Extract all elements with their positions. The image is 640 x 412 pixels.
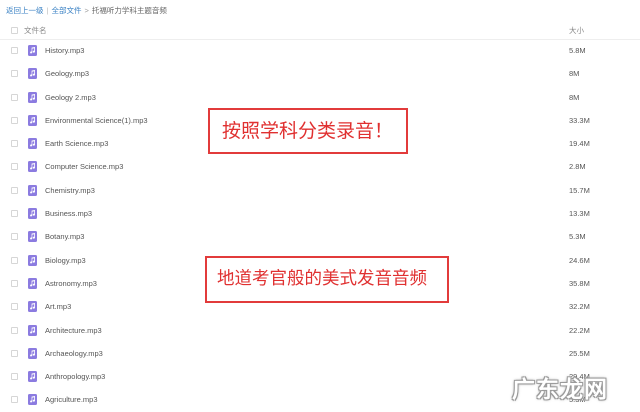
file-checkbox[interactable] xyxy=(11,210,18,218)
audio-file-icon xyxy=(28,114,37,126)
audio-file-icon xyxy=(28,371,37,383)
select-all-checkbox[interactable] xyxy=(11,27,18,34)
file-row[interactable]: Architecture.mp3 22.2M xyxy=(0,319,640,342)
audio-file-icon xyxy=(28,161,37,173)
file-name-link[interactable]: Architecture.mp3 xyxy=(45,319,102,342)
audio-file-icon xyxy=(28,231,37,243)
file-checkbox[interactable] xyxy=(11,279,18,287)
callout-american-pronunciation: 地道考官般的美式发音音频 xyxy=(205,256,449,303)
file-checkbox[interactable] xyxy=(11,256,18,264)
file-name-link[interactable]: Environmental Science(1).mp3 xyxy=(45,109,148,132)
file-size: 32.2M xyxy=(569,302,590,312)
audio-file-icon xyxy=(28,68,37,80)
file-name-link[interactable]: Archaeology.mp3 xyxy=(45,342,103,365)
file-checkbox[interactable] xyxy=(11,163,18,171)
file-name-link[interactable]: Earth Science.mp3 xyxy=(45,132,108,155)
file-list-header: 文件名 大小 xyxy=(0,22,640,40)
file-row[interactable]: Chemistry.mp3 15.7M xyxy=(0,179,640,202)
file-size: 19.4M xyxy=(569,139,590,149)
file-name-link[interactable]: Computer Science.mp3 xyxy=(45,155,123,178)
audio-file-icon xyxy=(28,324,37,336)
file-row[interactable]: Botany.mp3 5.3M xyxy=(0,225,640,248)
audio-file-icon xyxy=(28,45,37,56)
file-name-link[interactable]: Astronomy.mp3 xyxy=(45,272,97,295)
file-size: 33.3M xyxy=(569,115,590,125)
audio-file-icon xyxy=(28,254,37,266)
file-name-link[interactable]: Geology 2.mp3 xyxy=(45,86,96,109)
file-name-link[interactable]: Biology.mp3 xyxy=(45,249,86,272)
file-checkbox[interactable] xyxy=(11,116,18,124)
file-name-link[interactable]: Geology.mp3 xyxy=(45,62,89,85)
file-name-link[interactable]: Botany.mp3 xyxy=(45,225,84,248)
file-checkbox[interactable] xyxy=(11,373,18,381)
audio-file-icon xyxy=(28,184,37,196)
file-size: 35.8M xyxy=(569,278,590,288)
breadcrumb: 返回上一级 | 全部文件 > 托福听力学科主题音频 xyxy=(6,3,167,19)
file-size: 8M xyxy=(569,92,580,102)
file-row[interactable]: Computer Science.mp3 2.8M xyxy=(0,155,640,178)
file-row[interactable]: History.mp3 5.8M xyxy=(0,39,640,62)
file-checkbox[interactable] xyxy=(11,93,18,101)
file-name-link[interactable]: Chemistry.mp3 xyxy=(45,179,95,202)
file-name-link[interactable]: Anthropology.mp3 xyxy=(45,365,105,388)
file-row[interactable]: Geology 2.mp3 8M xyxy=(0,86,640,109)
file-checkbox[interactable] xyxy=(11,326,18,334)
file-checkbox[interactable] xyxy=(11,186,18,194)
audio-file-icon xyxy=(28,138,37,150)
file-checkbox[interactable] xyxy=(11,140,18,148)
file-size: 25.5M xyxy=(569,348,590,358)
name-column-header[interactable]: 文件名 xyxy=(24,22,47,39)
file-checkbox[interactable] xyxy=(11,303,18,311)
file-row[interactable]: Archaeology.mp3 25.5M xyxy=(0,342,640,365)
audio-file-icon xyxy=(28,347,37,359)
file-list: History.mp3 5.8M Geology.mp3 8M Geology 2.mp… xyxy=(0,39,640,412)
current-folder: 托福听力学科主题音频 xyxy=(91,6,167,15)
breadcrumb-arrow: > xyxy=(84,6,89,15)
file-size: 8M xyxy=(569,69,580,79)
file-checkbox[interactable] xyxy=(11,233,18,241)
audio-file-icon xyxy=(28,91,37,103)
audio-file-icon xyxy=(28,301,37,313)
file-name-link[interactable]: Agriculture.mp3 xyxy=(45,388,98,411)
size-column-header[interactable]: 大小 xyxy=(569,22,584,39)
watermark-logo: 广东龙网 xyxy=(512,377,608,403)
file-size: 24.6M xyxy=(569,255,590,265)
file-size: 5.3M xyxy=(569,232,586,242)
file-row[interactable]: Business.mp3 13.3M xyxy=(0,202,640,225)
file-checkbox[interactable] xyxy=(11,396,18,404)
file-name-link[interactable]: Business.mp3 xyxy=(45,202,92,225)
file-name-link[interactable]: History.mp3 xyxy=(45,39,84,62)
audio-file-icon xyxy=(28,208,37,220)
file-checkbox[interactable] xyxy=(11,47,18,54)
file-name-link[interactable]: Art.mp3 xyxy=(45,295,71,318)
file-size: 2.8M xyxy=(569,162,586,172)
file-size: 15.7M xyxy=(569,185,590,195)
callout-subject-category: 按照学科分类录音！ xyxy=(208,108,408,154)
all-files-link[interactable]: 全部文件 xyxy=(51,6,81,15)
file-checkbox[interactable] xyxy=(11,349,18,357)
file-size: 13.3M xyxy=(569,209,590,219)
breadcrumb-separator: | xyxy=(46,6,49,15)
audio-file-icon xyxy=(28,277,37,289)
back-link[interactable]: 返回上一级 xyxy=(6,6,44,15)
file-checkbox[interactable] xyxy=(11,70,18,78)
audio-file-icon xyxy=(28,394,37,406)
file-size: 22.2M xyxy=(569,325,590,335)
file-size: 5.8M xyxy=(569,46,586,55)
file-row[interactable]: Geology.mp3 8M xyxy=(0,62,640,85)
